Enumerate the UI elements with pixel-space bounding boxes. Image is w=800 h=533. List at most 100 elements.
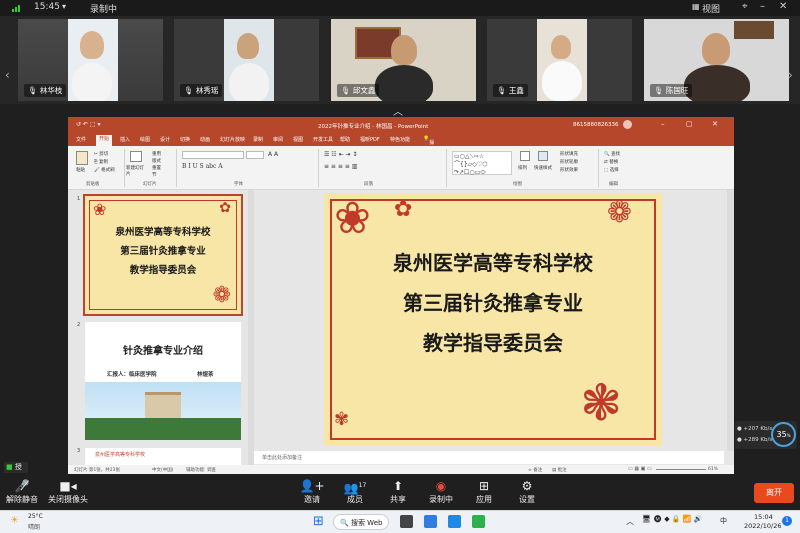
restore-icon[interactable]: ▢ [686,120,693,128]
members-button[interactable]: 👥17 成员 [333,478,377,505]
clock-time[interactable]: 15:04 [754,513,773,521]
cut-button[interactable]: ✂ 剪切 [94,151,108,157]
tab-foxit-pdf[interactable]: 福昕PDF [360,136,380,143]
participant-tile[interactable]: 🎙 林华枝 [18,19,163,101]
clock-date[interactable]: 2022/10/26 [744,522,781,530]
account-name[interactable]: 8615880826336 [573,122,619,128]
tab-review[interactable]: 审阅 [273,136,283,143]
tell-me-search[interactable]: 💡 操作说明搜索 [423,136,434,181]
apps-button[interactable]: ⊞ 应用 [462,478,506,505]
find-button[interactable]: 🔍 查找 [604,151,620,157]
shape-outline-button[interactable]: 形状轮廓 [560,159,578,165]
meeting-app-icon[interactable] [448,515,461,528]
autosave-icon[interactable]: ↺ ↶ ⬚ ▾ [76,121,100,128]
tab-developer[interactable]: 开发工具 [313,136,333,143]
pin-icon[interactable]: ⌖ [742,1,748,12]
invite-button[interactable]: 👤+ 邀请 [290,478,334,505]
notes-pane[interactable]: 单击此处添加备注 [254,451,724,464]
weather-status[interactable]: 晴朗 [28,522,40,531]
slide-thumbnail-2[interactable]: 针灸推拿专业介绍 汇报人：临床医学院 林煜茶 [85,322,241,440]
quick-styles-button[interactable]: 快速样式 [534,165,552,171]
unmute-button[interactable]: 🎤̸ 解除静音 [0,478,44,505]
paste-button[interactable]: 粘贴 [76,167,85,173]
main-slide[interactable]: ❀ ✿ ❁ ❃ ✾ 泉州医学高等专科学校 第三届针灸推拿专业 教学指导委员会 [324,193,662,446]
view-button[interactable]: 视图 [702,2,720,15]
record-button[interactable]: ◉ 录制中 [419,478,463,505]
tab-help[interactable]: 帮助 [340,136,350,143]
select-button[interactable]: ⬚ 选择 [604,167,619,173]
shape-effects-button[interactable]: 形状效果 [560,167,578,173]
paste-icon[interactable] [76,151,88,165]
shapes-gallery[interactable]: ▭○△⟍⇨☆ ⌒{}▱◇♡⬡ ↷↗☐○▭⬭ [452,151,512,176]
camera-off-button[interactable]: ■◂ 关闭摄像头 [46,478,90,505]
participant-tile[interactable]: 🎙 陈国旺 [644,19,789,101]
tab-features[interactable]: 特色功能 [390,136,410,143]
collapse-strip-icon[interactable]: ︿ [393,103,403,118]
tray-icons[interactable]: 🖥 Ⓜ ◆ 🔒 📶 🔊 [642,515,702,523]
participant-tile[interactable]: 🎙 林秀瑶 [174,19,319,101]
close-icon[interactable]: ✕ [712,120,718,128]
section-button[interactable]: 节 [152,172,157,178]
copy-button[interactable]: ⎘ 复制 [94,159,108,165]
arrange-icon[interactable] [520,151,530,161]
align-buttons[interactable]: ≡ ≡ ≡ ≡ ▥ [324,163,357,170]
minimize-icon[interactable]: – [661,120,665,128]
task-view-icon[interactable] [400,515,413,528]
reuse-button[interactable]: 重用 [152,151,161,157]
slide-thumbnail-3[interactable]: 泉州医学高等专科学校 [85,448,241,465]
accessibility-status[interactable]: 辅助功能: 调查 [186,467,216,473]
tab-insert[interactable]: 插入 [120,136,130,143]
minimize-icon[interactable]: – [760,1,765,12]
windows-start-icon[interactable]: ⊞ [313,514,324,529]
tab-transitions[interactable]: 切换 [180,136,190,143]
format-painter-button[interactable]: 🖌 格式刷 [94,167,115,173]
replace-button[interactable]: ⇄ 替换 [604,159,618,165]
chevron-down-icon[interactable]: ▾ [62,2,66,11]
tab-slideshow[interactable]: 幻灯片放映 [220,136,245,143]
participant-tile[interactable]: 🎙 王鑫 [487,19,632,101]
temperature[interactable]: 25°C [28,513,43,520]
tab-view[interactable]: 视图 [293,136,303,143]
weather-icon[interactable]: ☀ [10,515,19,526]
settings-button[interactable]: ⚙ 设置 [505,478,549,505]
ime-indicator[interactable]: 中 [720,516,727,526]
font-grow-icon[interactable]: A A [268,151,278,158]
reset-button[interactable]: 重置 [152,165,161,171]
tab-file[interactable]: 文件 [76,136,86,143]
view-buttons[interactable]: ▭ ▦ ▣ ▭ [628,466,652,472]
zoom-slider[interactable] [656,469,706,470]
share-button[interactable]: ⬆ 共享 [376,478,420,505]
leave-button[interactable]: 离开 [754,483,794,503]
layout-button[interactable]: 版式 [152,158,161,164]
close-icon[interactable]: ✕ [779,1,787,12]
quick-styles-icon[interactable] [538,151,548,161]
prev-arrow-icon[interactable]: ‹ [5,68,10,82]
slide-thumbnail-1[interactable]: ❀ ✿ ❁ 泉州医学高等专科学校 第三届针灸推拿专业 教学指导委员会 [83,194,243,316]
tab-design[interactable]: 设计 [160,136,170,143]
font-size-select[interactable] [246,151,264,159]
tab-animations[interactable]: 动画 [200,136,210,143]
editor-scrollbar[interactable] [727,190,734,451]
arrange-button[interactable]: 排列 [518,165,527,171]
new-slide-icon[interactable] [130,151,142,162]
zoom-level[interactable]: 61% [708,467,718,472]
avatar[interactable] [623,120,632,129]
taskbar-search[interactable]: 🔍 搜索 Web [333,514,389,530]
notification-badge[interactable]: 1 [782,516,792,526]
comments-toggle[interactable]: ▤ 批注 [552,467,567,473]
participant-tile[interactable]: 🎙 邱文鑫 [331,19,476,101]
app-icon[interactable] [424,515,437,528]
tab-record[interactable]: 录制 [253,136,263,143]
font-format-buttons[interactable]: B I U S abc A [182,163,223,170]
font-name-select[interactable] [182,151,244,159]
raise-hand-badge[interactable]: ■ 授 [4,462,28,473]
list-buttons[interactable]: ☰ ☷ ⇤ ⇥ ↕ [324,151,357,158]
notes-toggle[interactable]: ≐ 备注 [528,467,542,473]
language-status[interactable]: 中文(中国) [152,467,174,473]
chevron-up-icon[interactable]: ︿ [626,516,634,527]
tab-draw[interactable]: 绘图 [140,136,150,143]
wechat-icon[interactable] [472,515,485,528]
grid-icon[interactable]: ▦ [692,2,700,11]
shape-fill-button[interactable]: 形状填充 [560,151,578,157]
tab-home[interactable]: 开始 [96,135,113,146]
